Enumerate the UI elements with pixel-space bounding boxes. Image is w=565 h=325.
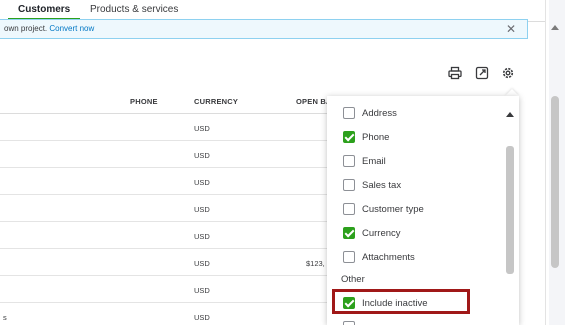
option-email[interactable]: Email xyxy=(343,154,386,168)
option-label: Phone xyxy=(362,131,390,143)
name-cell: s xyxy=(3,313,7,322)
next-option-checkbox[interactable] xyxy=(343,321,355,325)
option-attachments[interactable]: Attachments xyxy=(343,250,415,264)
customer-type-checkbox[interactable] xyxy=(343,203,355,215)
option-phone[interactable]: Phone xyxy=(343,130,389,144)
option-sales-tax[interactable]: Sales tax xyxy=(343,178,401,192)
option-customer-type[interactable]: Customer type xyxy=(343,202,424,216)
currency-cell: USD xyxy=(194,178,210,187)
export-icon[interactable] xyxy=(475,66,489,80)
option-label: Customer type xyxy=(362,203,424,215)
currency-cell: USD xyxy=(194,232,210,241)
group-label-other: Other xyxy=(341,274,365,285)
close-icon[interactable]: ✕ xyxy=(506,22,516,36)
panel-caret xyxy=(505,89,519,96)
panel-scroll-thumb[interactable] xyxy=(506,146,514,274)
currency-cell: USD xyxy=(194,205,210,214)
page-scroll-up-icon[interactable] xyxy=(551,25,559,30)
open-balance-cell: $123, xyxy=(306,259,325,268)
attachments-checkbox[interactable] xyxy=(343,251,355,263)
option-label: Currency xyxy=(362,227,401,239)
column-currency[interactable]: CURRENCY xyxy=(194,97,238,106)
tab-products-services[interactable]: Products & services xyxy=(90,4,178,15)
sales-tax-checkbox[interactable] xyxy=(343,179,355,191)
table-row[interactable]: USD xyxy=(0,141,335,168)
convert-now-link[interactable]: Convert now xyxy=(49,24,94,33)
currency-cell: USD xyxy=(194,259,210,268)
currency-cell: USD xyxy=(194,151,210,160)
tab-customers[interactable]: Customers xyxy=(18,4,70,15)
column-phone[interactable]: PHONE xyxy=(130,97,158,106)
currency-cell: USD xyxy=(194,286,210,295)
option-label: Attachments xyxy=(362,251,415,263)
table-header: PHONE CURRENCY OPEN BA xyxy=(0,90,340,114)
option-label: Email xyxy=(362,155,386,167)
currency-cell: USD xyxy=(194,313,210,322)
table-row[interactable]: USD xyxy=(0,222,335,249)
currency-cell: USD xyxy=(194,124,210,133)
currency-checkbox[interactable] xyxy=(343,227,355,239)
option-currency[interactable]: Currency xyxy=(343,226,401,240)
option-next[interactable] xyxy=(343,320,362,325)
option-label: Address xyxy=(362,107,397,119)
option-label: Sales tax xyxy=(362,179,402,191)
panel-scroll-up-icon[interactable] xyxy=(506,112,514,117)
email-checkbox[interactable] xyxy=(343,155,355,167)
table-row[interactable]: USD $123, xyxy=(0,249,335,276)
table-row[interactable]: USD xyxy=(0,168,335,195)
option-address[interactable]: Address xyxy=(343,106,397,120)
print-icon[interactable] xyxy=(448,66,462,80)
address-checkbox[interactable] xyxy=(343,107,355,119)
phone-checkbox[interactable] xyxy=(343,131,355,143)
table-row[interactable]: USD xyxy=(0,276,335,303)
banner-text: own project. xyxy=(4,24,48,33)
table-row[interactable]: s USD xyxy=(0,303,335,325)
table-row[interactable]: USD xyxy=(0,114,335,141)
highlight-box xyxy=(332,289,470,314)
panel-scrollbar[interactable] xyxy=(503,104,517,325)
banner-message: own project. Convert now xyxy=(4,24,94,33)
page-scroll-thumb[interactable] xyxy=(551,96,559,268)
content-divider xyxy=(545,0,546,325)
info-banner: own project. Convert now ✕ xyxy=(0,19,528,39)
gear-icon[interactable] xyxy=(501,66,515,80)
table-row[interactable]: USD xyxy=(0,195,335,222)
